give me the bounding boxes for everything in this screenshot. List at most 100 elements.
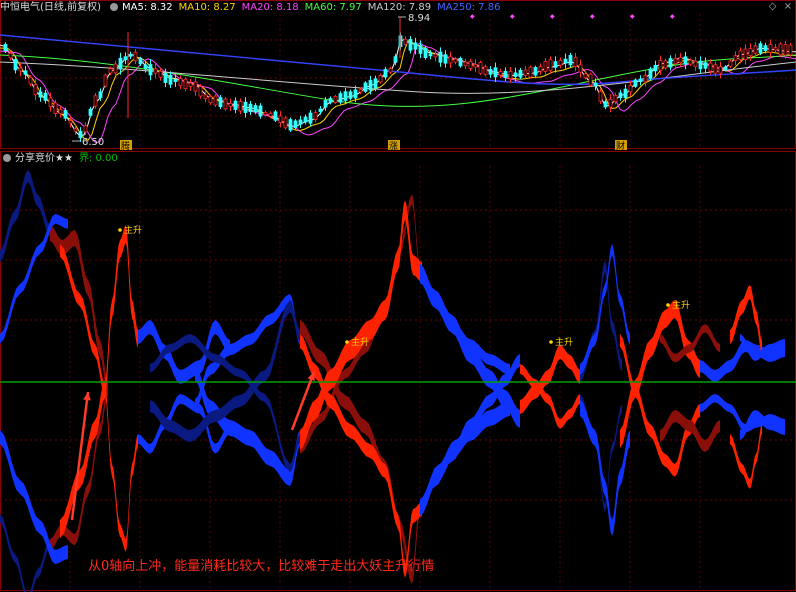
candle-body xyxy=(583,73,588,79)
candle-body xyxy=(753,45,758,54)
candle-body xyxy=(378,74,383,83)
candle-body xyxy=(53,102,58,115)
candle-body xyxy=(473,63,478,68)
candle-body xyxy=(73,128,78,132)
candle-body xyxy=(168,74,173,85)
candle-body xyxy=(88,108,93,116)
candle-body xyxy=(663,60,668,69)
oscillator-areas xyxy=(0,170,785,592)
candle-body xyxy=(488,69,493,75)
candle-body xyxy=(678,57,683,64)
candle-body xyxy=(223,98,228,110)
candle-body xyxy=(208,96,213,104)
chart-labels: 8.946.50 腾涨财主升主升 主升主升◆ ◆ ◆ ◆ ◆ ◆ xyxy=(72,13,690,348)
candle-body xyxy=(103,74,108,87)
diamond-icon[interactable]: ◇ xyxy=(769,1,777,12)
settings-icon[interactable] xyxy=(109,3,118,11)
candle-body xyxy=(383,68,388,78)
osc-ribbon-2 xyxy=(0,430,68,564)
candle-body xyxy=(788,44,793,56)
candle-body xyxy=(628,85,633,93)
candle-body xyxy=(768,44,773,53)
candle-body xyxy=(388,68,393,73)
candle-body xyxy=(263,112,268,115)
candle-body xyxy=(668,58,673,68)
candle-body xyxy=(658,60,663,71)
osc-ribbon-7 xyxy=(300,320,420,584)
candle-body xyxy=(738,50,743,61)
candle-body xyxy=(588,73,593,86)
candle-body xyxy=(693,60,698,68)
settings-icon[interactable] xyxy=(3,154,11,162)
candle-body xyxy=(213,95,218,106)
osc-ribbon-4 xyxy=(138,320,230,384)
oscillator-value: 界: 0.00 xyxy=(78,153,118,164)
candle-body xyxy=(48,97,53,107)
candle-body xyxy=(138,58,143,65)
candle-body xyxy=(18,67,23,72)
ma120-label: MA120: 7.89 xyxy=(367,2,432,13)
candle-body xyxy=(203,94,208,100)
candle-body xyxy=(198,86,203,97)
event-marker-2: 财 xyxy=(616,140,625,152)
candle-body xyxy=(448,56,453,64)
moving-average-lines xyxy=(0,34,796,144)
event-marker-1: 涨 xyxy=(389,141,398,152)
stock-title: 中恒电气(日线,前复权) xyxy=(0,2,101,13)
candlesticks xyxy=(3,17,793,142)
candle-body xyxy=(113,63,118,74)
signal-dot xyxy=(549,340,553,344)
candle-body xyxy=(413,42,418,50)
candle-body xyxy=(723,66,728,71)
chart-canvas: 8.946.50 腾涨财主升主升 主升主升◆ ◆ ◆ ◆ ◆ ◆ xyxy=(0,0,796,592)
candle-body xyxy=(528,66,533,78)
candle-body xyxy=(338,93,343,103)
candle-body xyxy=(143,64,148,70)
candle-body xyxy=(343,91,348,101)
candle-body xyxy=(613,94,618,103)
candle-body xyxy=(333,96,338,103)
candle-body xyxy=(163,72,168,83)
candle-body xyxy=(518,69,523,78)
close-icon[interactable]: × xyxy=(784,1,792,12)
candle-body xyxy=(253,105,258,113)
signal-label-0: 主升 xyxy=(124,224,142,236)
candle-body xyxy=(258,105,263,117)
candle-body xyxy=(513,72,518,77)
candle-body xyxy=(68,120,73,124)
candle-body xyxy=(598,90,603,102)
ma5-label: MA5: 8.32 xyxy=(121,2,173,13)
candle-body xyxy=(123,56,128,61)
osc-ribbon-5 xyxy=(195,365,300,486)
candle-body xyxy=(233,100,238,110)
candle-body xyxy=(618,92,623,98)
candle-body xyxy=(303,116,308,123)
ma10-label: MA10: 8.27 xyxy=(178,2,236,13)
candle-body xyxy=(248,103,253,113)
osc-ribbon-mirror-2 xyxy=(0,214,68,344)
candle-body xyxy=(623,88,628,99)
signal-label-2: 主升 xyxy=(555,336,573,348)
candle-body xyxy=(758,43,763,53)
candle-body xyxy=(438,51,443,63)
candle-body xyxy=(763,45,768,51)
candle-body xyxy=(703,62,708,69)
annotation-arrows xyxy=(70,371,316,521)
candle-body xyxy=(523,69,528,76)
event-marker-0: 腾 xyxy=(121,140,130,152)
candle-body xyxy=(463,61,468,67)
candle-body xyxy=(298,119,303,125)
candle-body xyxy=(218,97,223,107)
candle-body xyxy=(508,70,513,79)
candle-body xyxy=(683,56,688,65)
candle-body xyxy=(443,54,448,64)
candle-body xyxy=(733,55,738,62)
candle-body xyxy=(28,76,33,85)
candle-body xyxy=(453,58,458,63)
candle-body xyxy=(648,68,653,79)
candle-body xyxy=(478,62,483,74)
candle-body xyxy=(538,66,543,72)
candle-body xyxy=(283,117,288,129)
candle-body xyxy=(293,120,298,129)
candle-body xyxy=(563,58,568,64)
